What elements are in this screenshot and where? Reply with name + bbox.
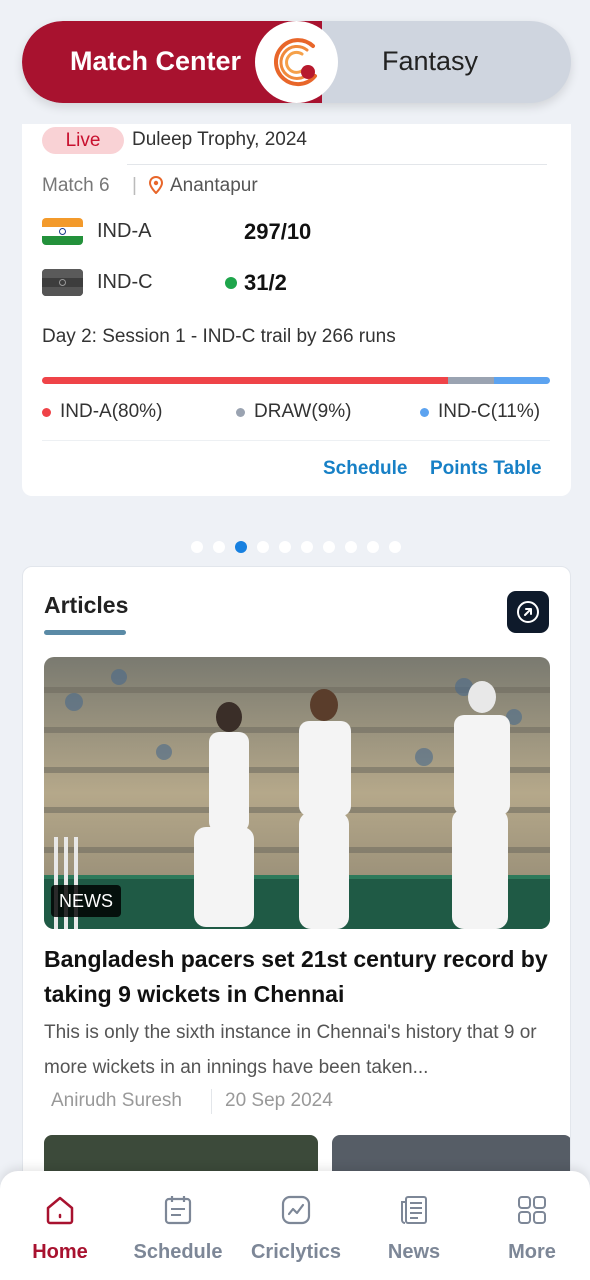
probability-segment xyxy=(448,377,495,384)
team-name: IND-A xyxy=(97,220,152,242)
pager-dot[interactable] xyxy=(235,541,247,553)
app-logo[interactable] xyxy=(255,21,338,103)
article-headline[interactable]: Bangladesh pacers set 21st century recor… xyxy=(44,942,550,1012)
team-score: 31/2 xyxy=(244,270,287,295)
probability-legend-item: IND-A(80%) xyxy=(42,401,162,423)
pager-dot[interactable] xyxy=(389,541,401,553)
legend-label: DRAW(9%) xyxy=(254,401,352,422)
series-name: Duleep Trophy, 2024 xyxy=(132,129,307,150)
bottom-navigation: Home Schedule Criclytics News More xyxy=(0,1171,590,1280)
open-articles-button[interactable] xyxy=(507,591,549,633)
match-number: Match 6 xyxy=(42,175,110,196)
india-flag-icon xyxy=(42,218,83,245)
team-score: 297/10 xyxy=(244,219,312,244)
location-pin-icon xyxy=(148,175,164,199)
venue: Anantapur xyxy=(170,175,258,196)
pager-dot[interactable] xyxy=(323,541,335,553)
pager-dot[interactable] xyxy=(301,541,313,553)
pager-dot[interactable] xyxy=(345,541,357,553)
articles-card: Articles NEWS Bangladesh pacers set 21st… xyxy=(22,566,571,1186)
nav-label: Home xyxy=(32,1241,88,1263)
nav-more[interactable]: More xyxy=(477,1193,587,1264)
article-summary: This is only the sixth instance in Chenn… xyxy=(44,1022,537,1078)
india-flag-grey-icon xyxy=(42,269,83,296)
title-underline xyxy=(44,630,126,635)
nav-home[interactable]: Home xyxy=(5,1193,115,1264)
grid-icon xyxy=(477,1193,587,1227)
nav-schedule[interactable]: Schedule xyxy=(123,1193,233,1264)
article-author: Anirudh Suresh xyxy=(51,1090,182,1111)
pager-dot[interactable] xyxy=(279,541,291,553)
legend-dot xyxy=(42,407,51,417)
nav-news[interactable]: News xyxy=(359,1193,469,1264)
nav-label: Schedule xyxy=(133,1241,223,1263)
schedule-link[interactable]: Schedule xyxy=(323,458,407,480)
home-icon xyxy=(5,1193,115,1227)
news-badge: NEWS xyxy=(51,885,121,917)
probability-segment xyxy=(42,377,449,384)
team-name: IND-C xyxy=(97,271,153,293)
arrow-up-right-circle-icon xyxy=(517,601,539,623)
article-date: 20 Sep 2024 xyxy=(225,1090,333,1111)
probability-legend-item: DRAW(9%) xyxy=(236,401,351,423)
probability-segment xyxy=(494,377,550,384)
nav-label: More xyxy=(508,1241,556,1263)
win-probability-bar xyxy=(42,377,550,384)
pager-dot[interactable] xyxy=(257,541,269,553)
nav-criclytics[interactable]: Criclytics xyxy=(241,1193,351,1264)
nav-label: Criclytics xyxy=(250,1241,342,1263)
divider xyxy=(42,440,550,441)
fantasy-label: Fantasy xyxy=(382,46,479,76)
pager-dot[interactable] xyxy=(367,541,379,553)
match-center-label: Match Center xyxy=(70,46,242,76)
meta-divider xyxy=(211,1089,212,1114)
cricket-ball-logo-icon xyxy=(273,38,317,87)
pager-dot[interactable] xyxy=(213,541,225,553)
live-match-card[interactable]: Live Duleep Trophy, 2024 Match 6 | Anant… xyxy=(22,124,571,496)
section-title: Articles xyxy=(44,592,129,618)
nav-label: News xyxy=(387,1241,441,1263)
pager-dot[interactable] xyxy=(191,541,203,553)
legend-dot xyxy=(420,407,429,417)
carousel-pager[interactable] xyxy=(191,541,401,553)
batting-indicator xyxy=(225,277,237,289)
points-table-link[interactable]: Points Table xyxy=(430,458,542,480)
divider xyxy=(127,164,547,165)
newspaper-icon xyxy=(359,1193,469,1227)
probability-legend-item: IND-C(11%) xyxy=(420,401,540,423)
legend-label: IND-C(11%) xyxy=(438,401,541,422)
calendar-icon xyxy=(123,1193,233,1227)
analytics-icon xyxy=(241,1193,351,1227)
live-badge: Live xyxy=(42,127,124,154)
meta-separator: | xyxy=(132,175,137,196)
match-status: Day 2: Session 1 - IND-C trail by 266 ru… xyxy=(42,326,396,347)
legend-label: IND-A(80%) xyxy=(60,401,163,422)
legend-dot xyxy=(236,407,245,417)
